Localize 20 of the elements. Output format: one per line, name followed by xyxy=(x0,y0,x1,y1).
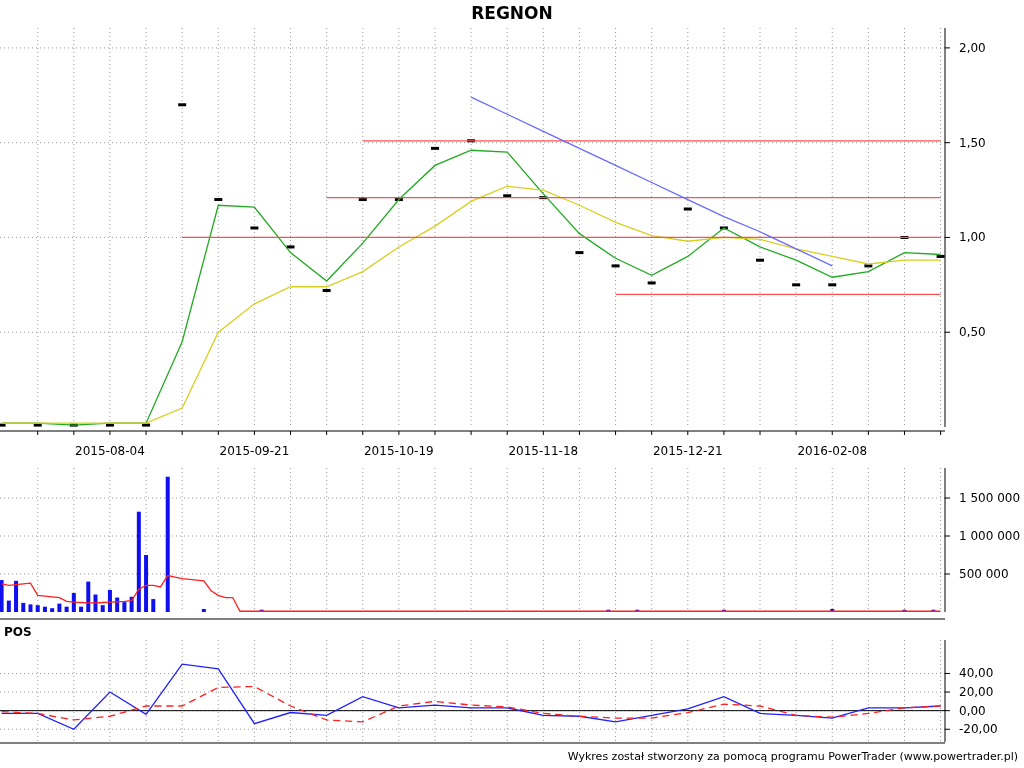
axis-label: 0,50 xyxy=(959,325,986,340)
axis-label: 40,00 xyxy=(959,666,994,681)
axis-label: 1 500 000 xyxy=(959,491,1021,505)
date-label: 2015-11-18 xyxy=(508,444,579,458)
axis-label: 500 000 xyxy=(959,567,1009,581)
axis-label: 2,00 xyxy=(959,40,986,55)
axis-label: 20,00 xyxy=(959,685,994,700)
date-label: 2016-02-08 xyxy=(797,444,868,458)
date-label: 2015-09-21 xyxy=(219,444,290,458)
date-label: 2015-10-19 xyxy=(364,444,434,458)
axis-label: 0,00 xyxy=(959,703,986,718)
chart-title: REGNON xyxy=(471,2,553,24)
footer-credit: Wykres został stworzony za pomocą programu PowerTrader (www.powertrader.pl) xyxy=(567,750,1018,764)
axis-label: 1 000 000 xyxy=(959,529,1021,543)
axis-label: 1,00 xyxy=(959,230,986,245)
date-label: 2015-08-04 xyxy=(75,444,145,458)
indicator-label: POS xyxy=(4,624,32,639)
axis-label: -20,00 xyxy=(959,722,998,737)
axis-label: 1,50 xyxy=(959,135,986,150)
date-label: 2015-12-21 xyxy=(652,444,723,458)
